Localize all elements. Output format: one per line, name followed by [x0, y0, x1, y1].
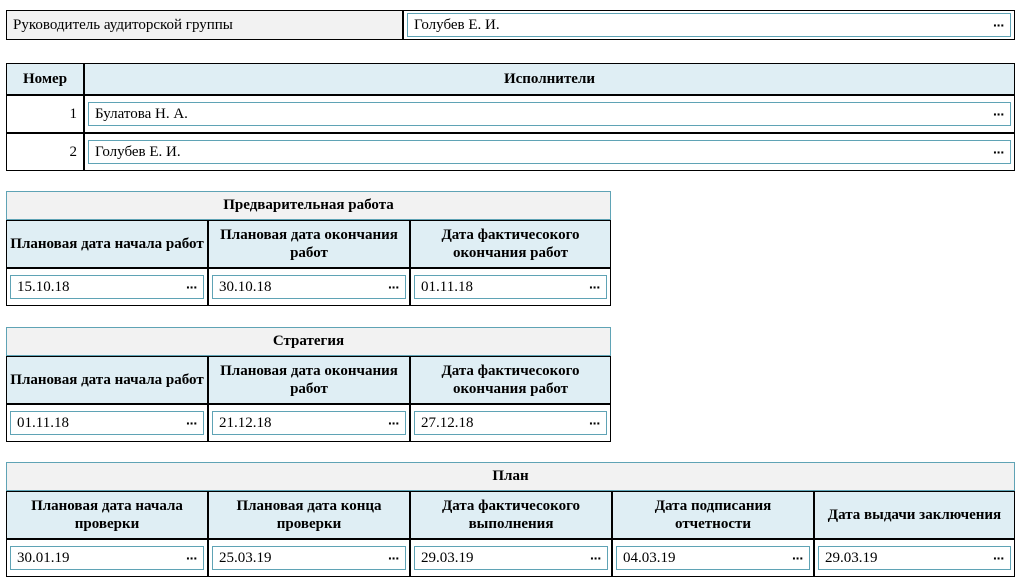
strategy-value-cell: 21.12.18 ··· [208, 404, 410, 442]
ellipsis-icon[interactable]: ··· [590, 551, 602, 565]
leader-value: Голубев Е. И. [414, 16, 500, 33]
header-label: Плановая дата окончания работ [220, 227, 398, 261]
ellipsis-icon[interactable]: ··· [589, 416, 601, 430]
plan-value-cell: 29.03.19 ··· [410, 539, 612, 577]
plan-actual-date-field[interactable]: 29.03.19 ··· [414, 546, 608, 570]
ellipsis-icon[interactable]: ··· [388, 416, 400, 430]
prelim-end-date-field[interactable]: 30.10.18 ··· [212, 275, 406, 299]
ellipsis-icon[interactable]: ··· [993, 551, 1005, 565]
prelim-title-text: Предварительная работа [223, 197, 394, 213]
strategy-value-cell: 01.11.18 ··· [6, 404, 208, 442]
date-value: 01.11.18 [17, 414, 69, 431]
prelim-header-end: Плановая дата окончания работ [208, 220, 410, 268]
ellipsis-icon[interactable]: ··· [186, 280, 198, 294]
header-label: Дата фактичесокого выполнения [441, 498, 581, 532]
ellipsis-icon[interactable]: ··· [993, 18, 1005, 32]
ellipsis-icon[interactable]: ··· [993, 107, 1005, 121]
plan-value-cell: 25.03.19 ··· [208, 539, 410, 577]
ellipsis-icon[interactable]: ··· [993, 145, 1005, 159]
leader-field[interactable]: Голубев Е. И. ··· [407, 13, 1011, 37]
plan-title-text: План [492, 468, 529, 484]
strategy-end-date-field[interactable]: 21.12.18 ··· [212, 411, 406, 435]
plan-signing-date-field[interactable]: 04.03.19 ··· [616, 546, 810, 570]
header-label: Дата выдачи заключения [827, 507, 1002, 523]
date-value: 27.12.18 [421, 414, 474, 431]
ellipsis-icon[interactable]: ··· [186, 416, 198, 430]
plan-value-cell: 04.03.19 ··· [612, 539, 814, 577]
leader-label: Руководитель аудиторской группы [6, 10, 403, 40]
ellipsis-icon[interactable]: ··· [186, 551, 198, 565]
performer-field[interactable]: Булатова Н. А. ··· [88, 102, 1011, 126]
plan-header-signing: Дата подписания отчетности [612, 491, 814, 539]
performer-field[interactable]: Голубев Е. И. ··· [88, 140, 1011, 164]
row-number: 2 [69, 143, 78, 160]
header-label: Дата подписания отчетности [654, 498, 772, 532]
ellipsis-icon[interactable]: ··· [589, 280, 601, 294]
ellipsis-icon[interactable]: ··· [388, 551, 400, 565]
performers-col-performers: Исполнители [84, 63, 1015, 95]
header-label: Дата фактичесокого окончания работ [441, 227, 580, 261]
prelim-value-cell: 01.11.18 ··· [410, 268, 611, 306]
header-label: Плановая дата начала работ [10, 236, 204, 252]
strategy-header-start: Плановая дата начала работ [6, 356, 208, 404]
row-number: 1 [69, 105, 78, 122]
plan-title: План [6, 462, 1015, 491]
plan-header-actual: Дата фактичесокого выполнения [410, 491, 612, 539]
strategy-start-date-field[interactable]: 01.11.18 ··· [10, 411, 204, 435]
col-performers-label: Исполнители [503, 71, 596, 87]
prelim-value-cell: 15.10.18 ··· [6, 268, 208, 306]
prelim-value-cell: 30.10.18 ··· [208, 268, 410, 306]
strategy-title-text: Стратегия [272, 333, 345, 349]
strategy-header-end: Плановая дата окончания работ [208, 356, 410, 404]
col-number-label: Номер [22, 71, 68, 87]
prelim-header-actual: Дата фактичесокого окончания работ [410, 220, 611, 268]
date-value: 29.03.19 [421, 549, 474, 566]
table-row-number: 2 [6, 133, 84, 171]
plan-end-date-field[interactable]: 25.03.19 ··· [212, 546, 406, 570]
header-label: Плановая дата конца проверки [236, 498, 382, 532]
date-value: 01.11.18 [421, 278, 473, 295]
leader-label-text: Руководитель аудиторской группы [13, 17, 233, 33]
plan-value-cell: 30.01.19 ··· [6, 539, 208, 577]
table-row: Голубев Е. И. ··· [84, 133, 1015, 171]
strategy-value-cell: 27.12.18 ··· [410, 404, 611, 442]
date-value: 30.01.19 [17, 549, 70, 566]
strategy-actual-date-field[interactable]: 27.12.18 ··· [414, 411, 607, 435]
plan-header-issue: Дата выдачи заключения [814, 491, 1015, 539]
header-label: Плановая дата начала проверки [31, 498, 183, 532]
date-value: 30.10.18 [219, 278, 272, 295]
date-value: 04.03.19 [623, 549, 676, 566]
plan-issue-date-field[interactable]: 29.03.19 ··· [818, 546, 1011, 570]
date-value: 15.10.18 [17, 278, 70, 295]
plan-start-date-field[interactable]: 30.01.19 ··· [10, 546, 204, 570]
date-value: 21.12.18 [219, 414, 272, 431]
header-label: Плановая дата начала работ [10, 372, 204, 388]
date-value: 29.03.19 [825, 549, 878, 566]
prelim-actual-date-field[interactable]: 01.11.18 ··· [414, 275, 607, 299]
header-label: Дата фактичесокого окончания работ [441, 363, 580, 397]
plan-header-start: Плановая дата начала проверки [6, 491, 208, 539]
ellipsis-icon[interactable]: ··· [792, 551, 804, 565]
date-value: 25.03.19 [219, 549, 272, 566]
prelim-start-date-field[interactable]: 15.10.18 ··· [10, 275, 204, 299]
header-label: Плановая дата окончания работ [220, 363, 398, 397]
plan-value-cell: 29.03.19 ··· [814, 539, 1015, 577]
leader-cell: Голубев Е. И. ··· [403, 10, 1015, 40]
performer-name: Булатова Н. А. [95, 105, 188, 122]
table-row: Булатова Н. А. ··· [84, 95, 1015, 133]
ellipsis-icon[interactable]: ··· [388, 280, 400, 294]
strategy-title: Стратегия [6, 327, 611, 356]
table-row-number: 1 [6, 95, 84, 133]
performer-name: Голубев Е. И. [95, 143, 181, 160]
performers-col-number: Номер [6, 63, 84, 95]
prelim-header-start: Плановая дата начала работ [6, 220, 208, 268]
plan-header-end: Плановая дата конца проверки [208, 491, 410, 539]
prelim-title: Предварительная работа [6, 191, 611, 220]
strategy-header-actual: Дата фактичесокого окончания работ [410, 356, 611, 404]
